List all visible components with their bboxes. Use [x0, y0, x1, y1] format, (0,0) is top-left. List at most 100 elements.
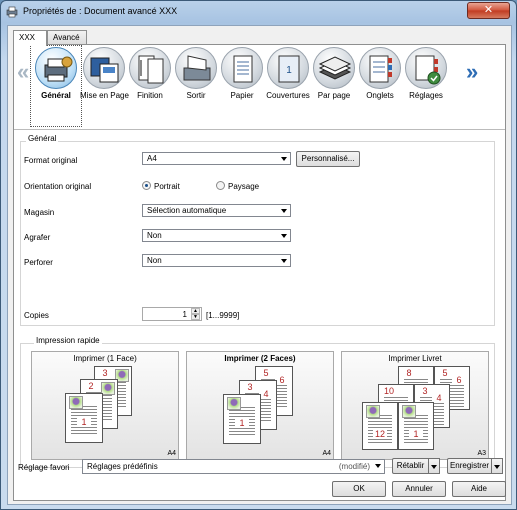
- layout-icon: [83, 47, 125, 89]
- image-icon: [402, 405, 416, 418]
- category-covers[interactable]: 1 Couvertures: [264, 47, 312, 127]
- tab-xxx[interactable]: XXX: [13, 30, 47, 46]
- category-finishing[interactable]: Finition: [126, 47, 174, 127]
- orientation-label: Orientation original: [24, 182, 92, 191]
- general-group-title: Général: [26, 134, 59, 143]
- category-bar: « Général Mise en Page Finition Sortir P…: [14, 45, 505, 129]
- tray-select[interactable]: Sélection automatique: [142, 204, 291, 217]
- image-icon: [101, 382, 115, 395]
- settings-icon: [405, 47, 447, 89]
- spin-down-button[interactable]: ▼: [191, 314, 200, 320]
- general-icon: [35, 47, 77, 89]
- tabs-icon: [359, 47, 401, 89]
- staple-value: Non: [147, 231, 162, 240]
- page-number: 3: [243, 382, 257, 392]
- punch-select[interactable]: Non: [142, 254, 291, 267]
- copies-input[interactable]: 1 ▲ ▼: [142, 307, 202, 321]
- restore-dropdown[interactable]: [429, 458, 440, 474]
- chevron-down-icon: [281, 157, 287, 161]
- quick-print-label: Imprimer (1 Face): [73, 354, 137, 363]
- quick-print-booklet[interactable]: Imprimer Livret 8 56 10 34 12 1 A3: [341, 351, 489, 460]
- restore-button[interactable]: Rétablir: [392, 458, 429, 474]
- page-number: 6: [275, 375, 289, 385]
- page-number: 12: [373, 429, 387, 439]
- quick-print-duplex[interactable]: Imprimer (2 Faces) 56 34 1 A4: [186, 351, 334, 460]
- quick-print-simplex[interactable]: Imprimer (1 Face) 3 2 1 A4: [31, 351, 179, 460]
- category-per-page[interactable]: Par page: [310, 47, 358, 127]
- category-label: Finition: [137, 91, 163, 100]
- category-output[interactable]: Sortir: [172, 47, 220, 127]
- format-label: Format original: [24, 156, 78, 165]
- category-label: Mise en Page: [80, 91, 129, 100]
- image-icon: [227, 397, 241, 410]
- portrait-radio[interactable]: [142, 181, 151, 190]
- copies-label: Copies: [24, 311, 49, 320]
- page-number: 5: [259, 368, 273, 378]
- paper-icon: [221, 47, 263, 89]
- close-button[interactable]: ✕: [467, 2, 510, 19]
- ok-button[interactable]: OK: [332, 481, 386, 497]
- dialog-client: XXX Avancé « Général Mise en Page Finiti…: [7, 25, 512, 505]
- copies-range: [1...9999]: [206, 311, 240, 320]
- page-thumbnail: 12: [362, 402, 398, 450]
- quick-print-label: Imprimer Livret: [388, 354, 442, 363]
- category-paper[interactable]: Papier: [218, 47, 266, 127]
- properties-window: Propriétés de : Document avancé XXX ✕ XX…: [0, 0, 517, 510]
- page-number: 4: [259, 389, 273, 399]
- landscape-radio[interactable]: [216, 181, 225, 190]
- copies-value: 1: [182, 310, 187, 319]
- page-number: 2: [84, 381, 98, 391]
- tray-value: Sélection automatique: [147, 206, 227, 215]
- cancel-button[interactable]: Annuler: [392, 481, 446, 497]
- page-number: 1: [77, 417, 91, 427]
- category-label: Couvertures: [266, 91, 310, 100]
- page-number: 1: [409, 429, 423, 439]
- page-number: 1: [235, 418, 249, 428]
- page-number: 5: [438, 368, 452, 378]
- finishing-icon: [129, 47, 171, 89]
- modified-indicator: (modifié): [338, 462, 370, 471]
- window-title: Propriétés de : Document avancé XXX: [23, 6, 178, 16]
- category-label: Réglages: [409, 91, 443, 100]
- page-number: 8: [402, 368, 416, 378]
- punch-value: Non: [147, 256, 162, 265]
- next-category-arrow[interactable]: »: [466, 61, 478, 83]
- custom-format-button[interactable]: Personnalisé...: [296, 151, 360, 167]
- category-general[interactable]: Général: [30, 45, 82, 127]
- landscape-label[interactable]: Paysage: [228, 182, 259, 191]
- punch-label: Perforer: [24, 258, 53, 267]
- page-thumbnail: 1: [65, 393, 103, 443]
- save-button[interactable]: Enregistrer: [447, 458, 492, 474]
- page-thumbnail: 1: [398, 402, 434, 450]
- format-select[interactable]: A4: [142, 152, 291, 165]
- category-tabs[interactable]: Onglets: [356, 47, 404, 127]
- title-bar[interactable]: Propriétés de : Document avancé XXX ✕: [1, 1, 516, 23]
- category-settings[interactable]: Réglages: [402, 47, 450, 127]
- covers-icon: 1: [267, 47, 309, 89]
- category-label: Sortir: [186, 91, 206, 100]
- portrait-label[interactable]: Portrait: [154, 182, 180, 191]
- quick-print-title: Impression rapide: [34, 336, 102, 345]
- category-label: Onglets: [366, 91, 394, 100]
- output-icon: [175, 47, 217, 89]
- save-dropdown[interactable]: [492, 458, 503, 474]
- page-number: 4: [432, 393, 446, 403]
- category-label: Papier: [230, 91, 254, 100]
- help-button[interactable]: Aide: [452, 481, 506, 497]
- prev-category-arrow[interactable]: «: [17, 61, 29, 83]
- per-page-icon: [313, 47, 355, 89]
- staple-select[interactable]: Non: [142, 229, 291, 242]
- favorites-select[interactable]: Réglages prédéfinis (modifié): [82, 459, 385, 474]
- staple-label: Agrafer: [24, 233, 51, 242]
- category-layout[interactable]: Mise en Page: [80, 47, 129, 127]
- chevron-down-icon: [281, 259, 287, 263]
- page-number: 3: [98, 368, 112, 378]
- favorites-label: Réglage favori: [18, 463, 70, 472]
- page-number: 6: [452, 375, 466, 385]
- chevron-down-icon: [375, 464, 381, 468]
- format-value: A4: [147, 154, 157, 163]
- page-thumbnail: 1: [223, 394, 261, 444]
- printer-icon: [6, 6, 18, 18]
- tab-avance[interactable]: Avancé: [47, 30, 87, 45]
- svg-text:1: 1: [286, 65, 292, 76]
